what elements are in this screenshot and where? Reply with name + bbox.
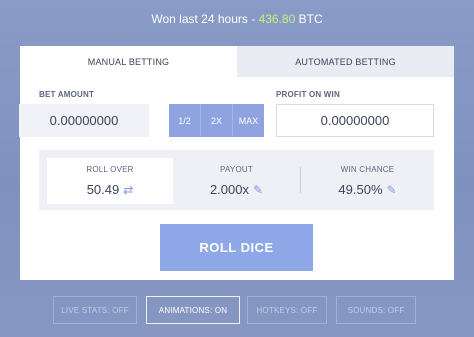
edit-icon[interactable]: ✎ — [253, 183, 263, 197]
animations-toggle[interactable]: ANIMATIONS: ON — [146, 296, 240, 324]
sounds-toggle[interactable]: SOUNDS: OFF — [336, 296, 416, 324]
roll-over-label: ROLL OVER — [86, 165, 134, 174]
bet-multipliers: 1/2 2X MAX — [169, 104, 264, 137]
payout-label: PAYOUT — [220, 165, 253, 174]
wins-dash: - — [251, 12, 256, 26]
profit-on-win-label: PROFIT ON WIN — [276, 90, 340, 99]
tab-manual-betting[interactable]: MANUAL BETTING — [20, 46, 237, 77]
payout-box: PAYOUT 2.000x ✎ — [173, 158, 300, 204]
half-bet-button[interactable]: 1/2 — [169, 104, 200, 137]
roll-over-value: 50.49 — [86, 182, 120, 197]
dice-params-panel: ROLL OVER 50.49 ⇄ PAYOUT 2.000x ✎ WIN CHAN… — [39, 150, 434, 210]
win-chance-value-row: 49.50% ✎ — [301, 182, 434, 197]
profit-on-win-field[interactable] — [276, 104, 434, 137]
betting-tabs: MANUAL BETTING AUTOMATED BETTING — [20, 46, 454, 77]
bet-amount-label: BET AMOUNT — [39, 90, 95, 99]
win-chance-value[interactable]: 49.50% — [338, 182, 382, 197]
roll-over-box[interactable]: ROLL OVER 50.49 ⇄ — [47, 158, 173, 204]
wins-currency: BTC — [298, 12, 323, 26]
roll-over-value-row: 50.49 ⇄ — [47, 182, 173, 197]
wins-amount: 436.80 — [258, 12, 296, 26]
win-chance-box: WIN CHANCE 49.50% ✎ — [301, 158, 434, 204]
max-bet-button[interactable]: MAX — [232, 104, 264, 137]
hotkeys-toggle[interactable]: HOTKEYS: OFF — [247, 296, 327, 324]
payout-value[interactable]: 2.000x — [210, 182, 249, 197]
double-bet-button[interactable]: 2X — [200, 104, 232, 137]
settings-toggles: LIVE STATS: OFF ANIMATIONS: ON HOTKEYS: … — [0, 296, 474, 324]
payout-value-row: 2.000x ✎ — [173, 182, 300, 197]
swap-arrows-icon[interactable]: ⇄ — [123, 183, 133, 197]
live-stats-toggle[interactable]: LIVE STATS: OFF — [53, 296, 137, 324]
win-chance-label: WIN CHANCE — [340, 165, 395, 174]
roll-dice-button[interactable]: ROLL DICE — [160, 224, 313, 271]
wins-last-24h: Won last 24 hours - 436.80 BTC — [0, 12, 474, 30]
wins-label: Won last 24 hours — [151, 12, 248, 26]
bet-amount-input[interactable] — [19, 104, 149, 137]
edit-icon[interactable]: ✎ — [387, 183, 397, 197]
tab-automated-betting[interactable]: AUTOMATED BETTING — [237, 46, 454, 77]
